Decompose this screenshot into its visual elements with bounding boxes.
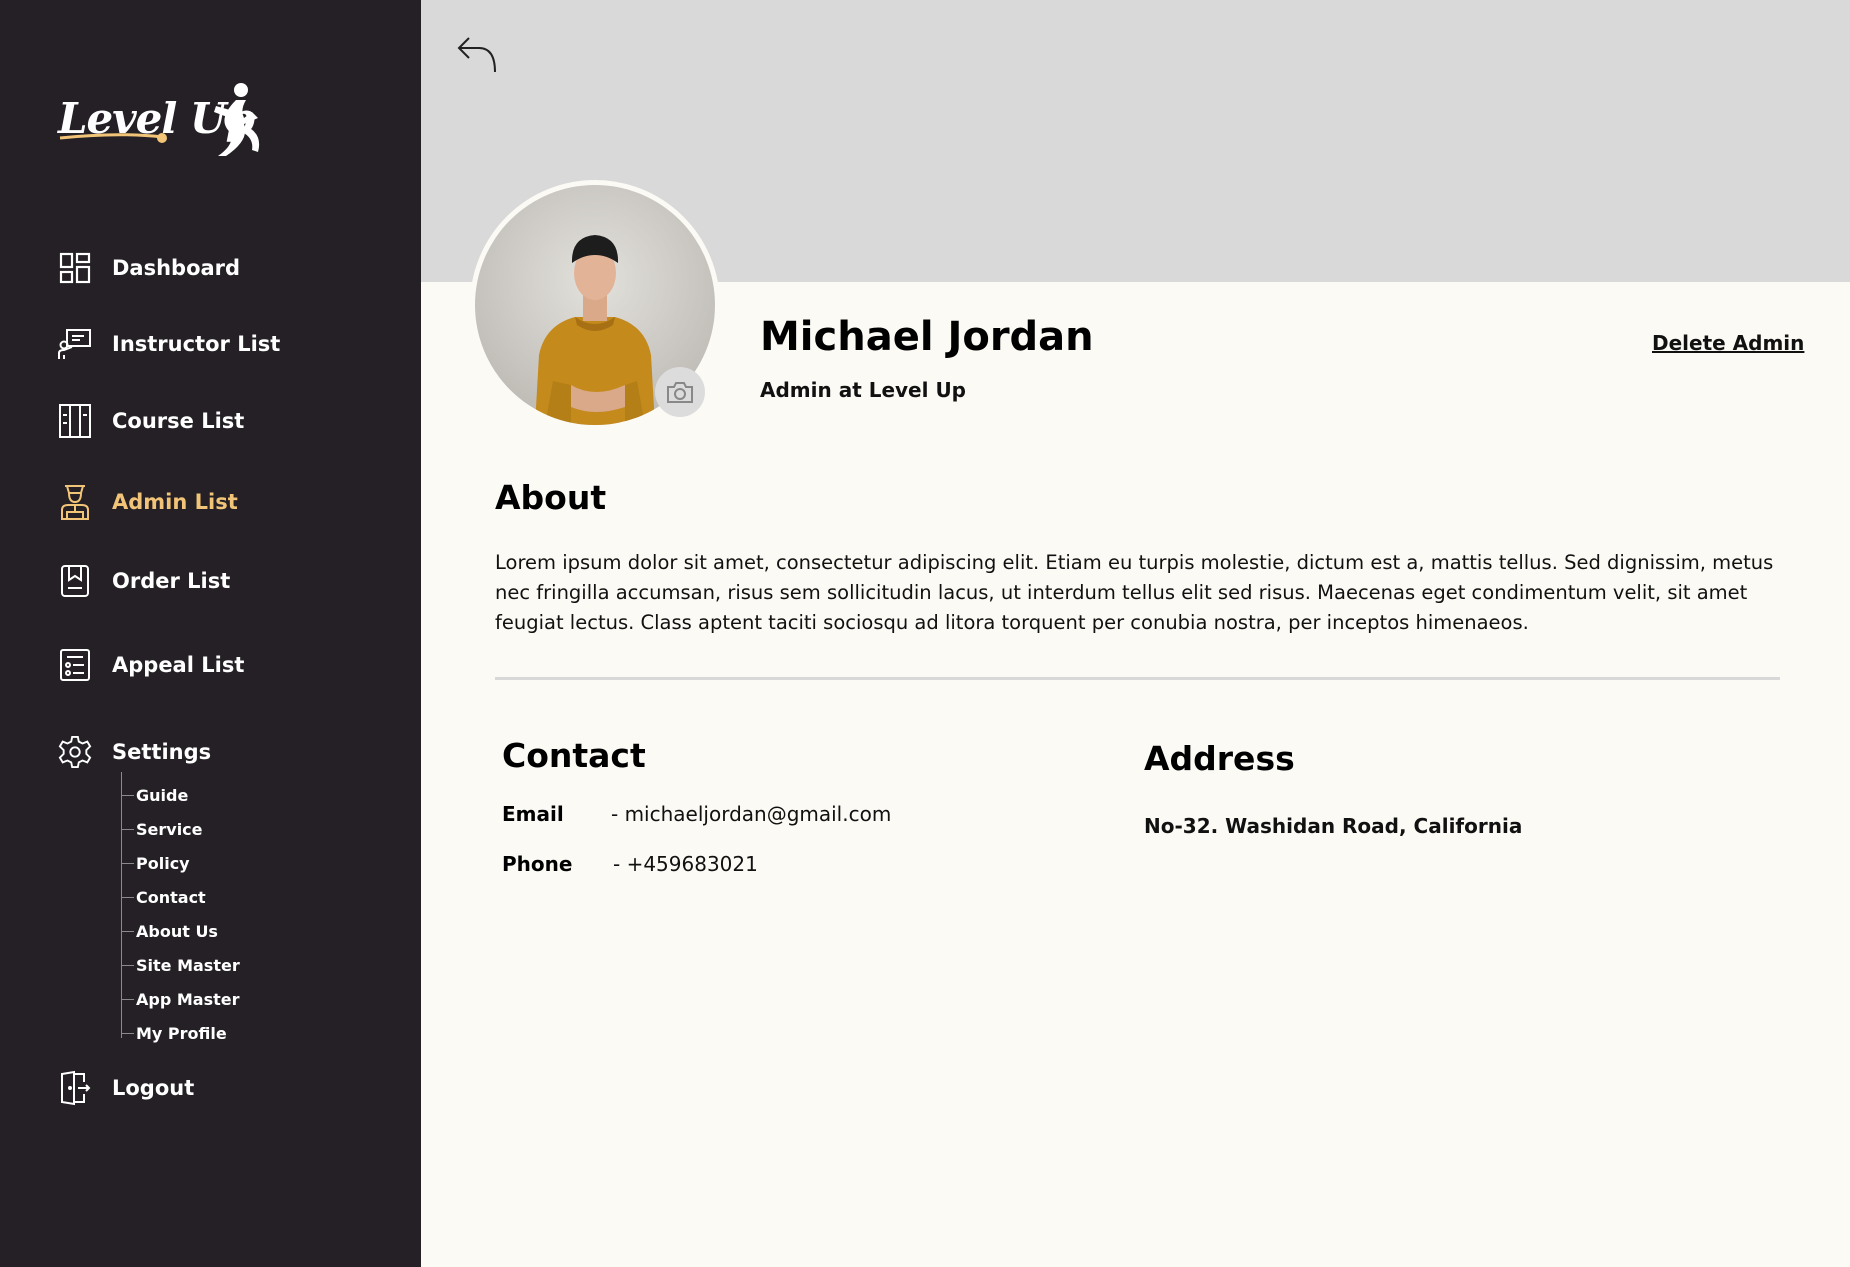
logout-door-icon (58, 1070, 92, 1106)
order-bookmark-icon (58, 563, 92, 599)
tree-connector (122, 930, 134, 932)
sidebar-item-label: Settings (112, 740, 212, 764)
dashboard-grid-icon (58, 250, 92, 286)
profile-role: Admin at Level Up (760, 378, 966, 402)
tree-connector (122, 964, 134, 966)
tree-connector (122, 794, 134, 796)
sidebar-item-instructor-list[interactable]: Instructor List (58, 326, 280, 362)
email-value: - michaeljordan@gmail.com (611, 802, 892, 826)
sidebar-item-label: Admin List (112, 490, 238, 514)
settings-sub-service[interactable]: Service (122, 819, 203, 839)
sidebar-item-label: Order List (112, 569, 231, 593)
settings-sub-about-us[interactable]: About Us (122, 921, 218, 941)
camera-icon (667, 382, 693, 403)
settings-sub-label: My Profile (136, 1023, 227, 1043)
brand-logo[interactable]: Level Up (58, 78, 278, 158)
settings-sub-label: App Master (136, 989, 240, 1009)
delete-admin-button[interactable]: Delete Admin (1652, 331, 1804, 355)
about-text: Lorem ipsum dolor sit amet, consectetur … (495, 551, 1774, 634)
sidebar-item-admin-list[interactable]: Admin List (58, 484, 238, 520)
settings-sub-label: Contact (136, 887, 206, 907)
instructor-board-icon (58, 326, 92, 362)
sidebar-item-label: Dashboard (112, 256, 241, 280)
admin-user-icon (58, 484, 92, 520)
sidebar-item-label: Appeal List (112, 653, 245, 677)
sidebar: Level Up Dashboard Instructor List Cours… (0, 0, 421, 1267)
sidebar-item-label: Instructor List (112, 332, 281, 356)
email-label: Email (502, 802, 564, 826)
about-heading: About (495, 478, 607, 517)
tree-connector (122, 828, 134, 830)
profile-name: Michael Jordan (760, 314, 1094, 360)
settings-sub-contact[interactable]: Contact (122, 887, 206, 907)
settings-sub-label: Policy (136, 853, 190, 873)
logout-label: Logout (112, 1076, 195, 1100)
tree-connector (122, 998, 134, 1000)
address-text: No-32. Washidan Road, California (1144, 814, 1523, 838)
back-button[interactable] (455, 34, 501, 76)
change-photo-button[interactable] (655, 367, 705, 417)
settings-sub-label: Site Master (136, 955, 240, 975)
tree-connector (122, 862, 134, 864)
settings-sub-label: Guide (136, 785, 189, 805)
sidebar-item-label: Course List (112, 409, 245, 433)
phone-value: - +459683021 (613, 852, 758, 876)
back-arrow-icon (457, 37, 496, 73)
phone-label: Phone (502, 852, 573, 876)
settings-sub-policy[interactable]: Policy (122, 853, 190, 873)
tree-connector (122, 896, 134, 898)
settings-sub-site-master[interactable]: Site Master (122, 955, 240, 975)
sidebar-item-order-list[interactable]: Order List (58, 563, 230, 599)
sidebar-item-settings[interactable]: Settings (58, 734, 211, 770)
appeal-list-icon (58, 647, 92, 683)
sidebar-item-appeal-list[interactable]: Appeal List (58, 647, 244, 683)
settings-sub-guide[interactable]: Guide (122, 785, 188, 805)
settings-sub-my-profile[interactable]: My Profile (122, 1023, 227, 1043)
runner-figure-icon (59, 83, 260, 156)
settings-sub-label: About Us (136, 921, 218, 941)
sidebar-item-course-list[interactable]: Course List (58, 403, 244, 439)
sidebar-item-dashboard[interactable]: Dashboard (58, 250, 240, 286)
section-divider (495, 677, 1780, 680)
contact-heading: Contact (502, 736, 646, 775)
tree-connector (122, 1032, 134, 1034)
settings-sub-label: Service (136, 819, 203, 839)
settings-sub-app-master[interactable]: App Master (122, 989, 240, 1009)
logout-button[interactable]: Logout (58, 1070, 194, 1106)
course-book-icon (58, 403, 92, 439)
address-heading: Address (1144, 739, 1295, 778)
gear-icon (58, 734, 92, 770)
